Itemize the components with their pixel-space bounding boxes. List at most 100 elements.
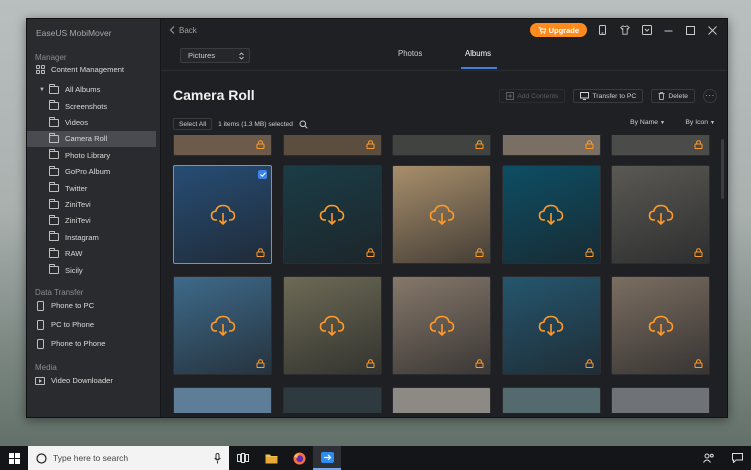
scrollbar[interactable] (721, 139, 724, 199)
photo-thumbnail-partial[interactable] (392, 135, 492, 156)
sidebar-album-item[interactable]: Videos (27, 114, 156, 130)
taskbar-search-placeholder: Type here to search (53, 453, 129, 463)
photo-thumbnail-partial[interactable] (392, 387, 492, 413)
sidebar-item-phone-to-phone[interactable]: Phone to Phone (27, 334, 156, 353)
start-button[interactable] (0, 446, 28, 470)
sidebar-album-item[interactable]: ZiniTevi (27, 196, 156, 212)
notification-button[interactable] (723, 446, 751, 470)
task-view-button[interactable] (229, 446, 257, 470)
minimize-button[interactable] (662, 24, 675, 37)
photo-thumbnail[interactable] (282, 165, 382, 264)
lock-icon (256, 248, 265, 257)
skin-button[interactable] (618, 24, 631, 37)
transfer-icon (580, 92, 590, 100)
sidebar-album-item[interactable]: Camera Roll (27, 130, 156, 148)
photo-thumbnail-partial[interactable] (611, 387, 711, 413)
maximize-icon (686, 25, 695, 35)
maximize-button[interactable] (684, 24, 697, 37)
photo-thumbnail-partial[interactable] (501, 135, 601, 156)
tab-photos[interactable]: Photos (398, 49, 422, 58)
sidebar-album-item[interactable]: Twitter (27, 180, 156, 196)
photo-thumbnail[interactable] (392, 276, 492, 375)
photo-thumbnail[interactable] (173, 276, 272, 375)
title-bar: Back Upgrade (161, 19, 727, 41)
folder-icon (49, 132, 59, 144)
toolbar: Add Contents Transfer to PC Delete ··· (499, 89, 717, 103)
sidebar-album-item[interactable]: Instagram (27, 229, 156, 245)
back-button[interactable]: Back (169, 26, 197, 35)
folder-icon (48, 83, 59, 95)
device-button[interactable] (596, 24, 609, 37)
view-by-icon-dropdown[interactable]: By Icon ▼ (685, 119, 715, 126)
menu-button[interactable] (640, 24, 653, 37)
more-button[interactable]: ··· (703, 89, 717, 103)
lock-icon (366, 359, 375, 368)
upgrade-button[interactable]: Upgrade (529, 23, 587, 37)
selected-checkbox[interactable] (258, 170, 267, 179)
lock-icon (256, 140, 265, 149)
tshirt-icon (619, 25, 630, 35)
lock-icon (585, 140, 594, 149)
sort-label: By Name (630, 119, 659, 126)
tab-albums[interactable]: Albums (465, 49, 491, 58)
photo-thumbnail-partial[interactable] (173, 387, 272, 413)
photo-thumbnail-partial[interactable] (501, 387, 601, 413)
photo-thumbnail[interactable] (173, 165, 272, 264)
selection-bar: Select All 1 items (1.3 MB) selected By … (173, 117, 719, 131)
add-contents-button[interactable]: Add Contents (499, 89, 566, 103)
firefox-button[interactable] (285, 446, 313, 470)
sidebar-item-pc-to-phone[interactable]: PC to Phone (27, 315, 156, 334)
sidebar-album-item[interactable]: GoPro Album (27, 164, 156, 180)
photo-thumbnail[interactable] (501, 276, 601, 375)
sidebar-item-all-albums[interactable]: ▼ All Albums (27, 81, 156, 98)
photo-thumbnail-partial[interactable] (282, 387, 382, 413)
video-icon (35, 376, 45, 386)
photo-thumbnail[interactable] (392, 165, 492, 264)
photo-thumbnail-partial[interactable] (173, 135, 272, 156)
microphone-icon[interactable] (214, 452, 221, 464)
delete-button[interactable]: Delete (651, 89, 695, 103)
close-button[interactable] (706, 24, 719, 37)
app-title: EaseUS MobiMover (36, 28, 112, 38)
sidebar-album-label: ZiniTevi (65, 216, 91, 226)
select-all-button[interactable]: Select All (173, 118, 213, 130)
photo-thumbnail[interactable] (611, 165, 711, 264)
category-select[interactable]: Pictures (180, 48, 250, 63)
sidebar-item-video-downloader[interactable]: Video Downloader (27, 371, 156, 390)
folder-icon (49, 214, 59, 226)
cart-icon (538, 26, 546, 34)
sidebar-album-item[interactable]: Photo Library (27, 147, 156, 163)
sidebar-album-item[interactable]: RAW (27, 246, 156, 262)
updown-arrows-icon (239, 51, 244, 60)
folder-icon (49, 198, 59, 210)
sidebar-album-item[interactable]: Screenshots (27, 98, 156, 114)
sidebar-item-phone-to-pc[interactable]: Phone to PC (27, 296, 156, 315)
transfer-to-pc-button[interactable]: Transfer to PC (573, 89, 644, 103)
mobimover-taskbar-button[interactable] (313, 446, 341, 470)
section-manager: Manager (35, 53, 67, 62)
minimize-icon (664, 30, 673, 31)
sort-by-name-dropdown[interactable]: By Name ▼ (630, 119, 665, 126)
photo-thumbnail-partial[interactable] (282, 135, 382, 156)
photo-thumbnail[interactable] (611, 276, 711, 375)
sidebar-album-label: Screenshots (65, 101, 108, 111)
caret-down-icon: ▼ (710, 119, 715, 126)
cloud-download-icon (429, 315, 454, 336)
tab-divider (161, 70, 727, 71)
trash-icon (658, 92, 665, 100)
photo-thumbnail-partial[interactable] (611, 135, 711, 156)
search-icon[interactable] (299, 120, 308, 129)
sidebar-item-content-management[interactable]: Content Management (27, 61, 156, 78)
photo-thumbnail[interactable] (501, 165, 601, 264)
photo-thumbnail[interactable] (282, 276, 382, 375)
add-contents-label: Add Contents (517, 92, 559, 100)
sidebar-album-item[interactable]: ZiniTevi (27, 213, 156, 229)
transfer-to-pc-label: Transfer to PC (592, 92, 637, 100)
sidebar-album-item[interactable]: Sicily (27, 262, 156, 278)
sidebar-album-label: GoPro Album (65, 167, 111, 177)
people-button[interactable] (695, 446, 723, 470)
taskbar-search-box[interactable]: Type here to search (28, 446, 229, 470)
lock-icon (366, 248, 375, 257)
chevron-left-icon (169, 26, 175, 34)
file-explorer-button[interactable] (257, 446, 285, 470)
